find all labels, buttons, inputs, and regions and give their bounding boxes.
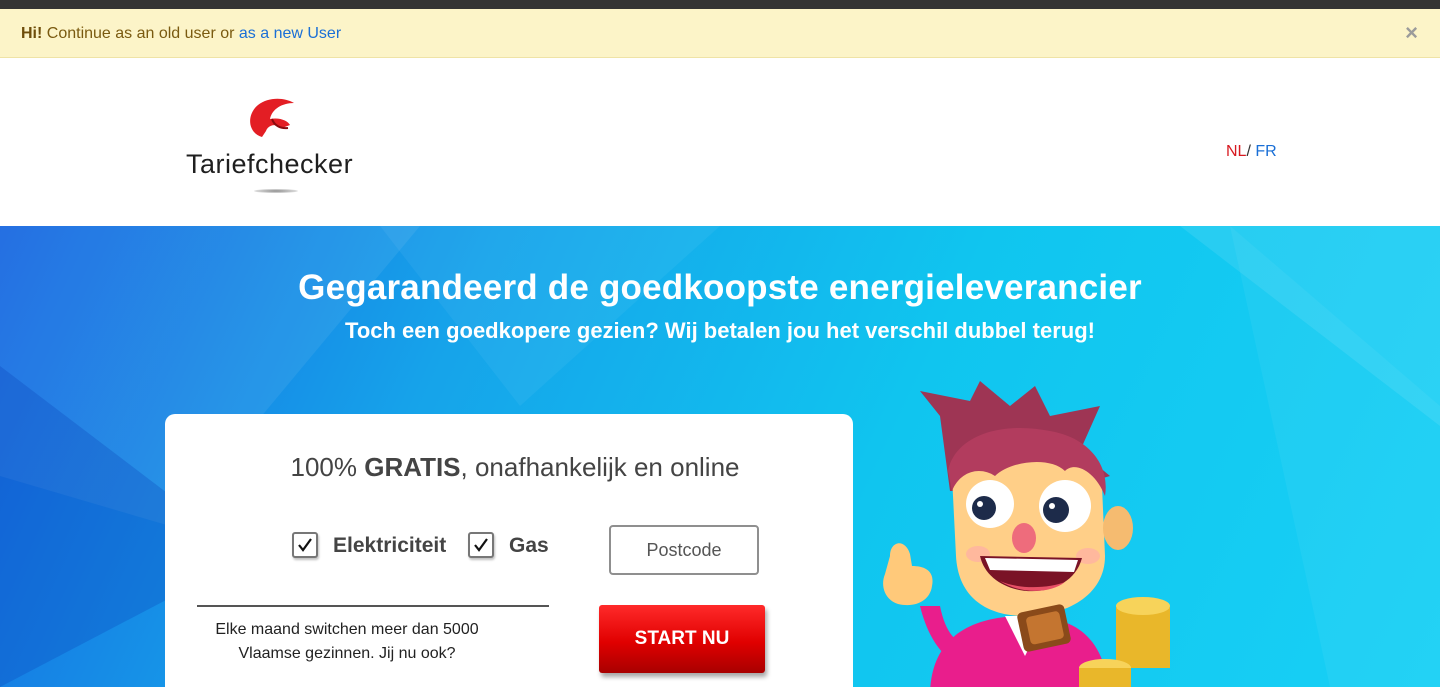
electricity-label: Elektriciteit [333, 534, 447, 557]
postcode-input[interactable] [609, 525, 759, 575]
site-header: Tariefchecker NL/ FR [0, 58, 1440, 226]
card-note-line1: Elke maand switchen meer dan 5000 [215, 621, 479, 638]
logo-shadow [254, 189, 298, 193]
card-title-suffix: , onafhankelijk en online [460, 452, 740, 482]
logo-text: Tariefchecker [186, 149, 354, 179]
card-divider [197, 605, 549, 607]
card-title: 100% GRATIS, onafhankelijk en online [165, 452, 865, 483]
alert-greeting: Hi! [21, 25, 43, 42]
checkmark-icon [474, 538, 488, 552]
new-user-link[interactable]: as a new User [239, 25, 341, 42]
tariefchecker-logo[interactable]: Tariefchecker [176, 95, 386, 207]
comparison-form-card: 100% GRATIS, onafhankelijk en online Ele… [165, 414, 853, 687]
card-note-line2: Vlaamse gezinnen. Jij nu ook? [238, 645, 456, 662]
browser-top-bar [0, 0, 1440, 9]
gas-checkbox[interactable] [468, 532, 494, 558]
checkmark-icon [298, 538, 312, 552]
gas-label: Gas [509, 534, 549, 557]
language-switcher: NL/ FR [1226, 143, 1277, 161]
alert-text: Continue as an old user or [42, 25, 239, 42]
card-title-bold: GRATIS [364, 452, 461, 482]
card-title-prefix: 100% [290, 452, 365, 482]
start-button[interactable]: START NU [599, 605, 765, 673]
lang-nl-link[interactable]: NL [1226, 143, 1246, 160]
close-icon[interactable]: × [1405, 22, 1418, 44]
hero-title: Gegarandeerd de goedkoopste energielever… [298, 268, 1142, 307]
card-note: Elke maand switchen meer dan 5000 Vlaams… [197, 618, 497, 666]
mascot-illustration [883, 381, 1170, 687]
welcome-alert: Hi! Continue as an old user or as a new … [0, 9, 1440, 58]
electricity-checkbox[interactable] [292, 532, 318, 558]
hero-subtitle: Toch een goedkopere gezien? Wij betalen … [345, 318, 1095, 343]
hero-section: Gegarandeerd de goedkoopste energielever… [0, 226, 1440, 687]
lang-fr-link[interactable]: FR [1255, 143, 1276, 160]
alert-message: Hi! Continue as an old user or as a new … [21, 25, 341, 43]
lang-separator: / [1246, 143, 1256, 160]
